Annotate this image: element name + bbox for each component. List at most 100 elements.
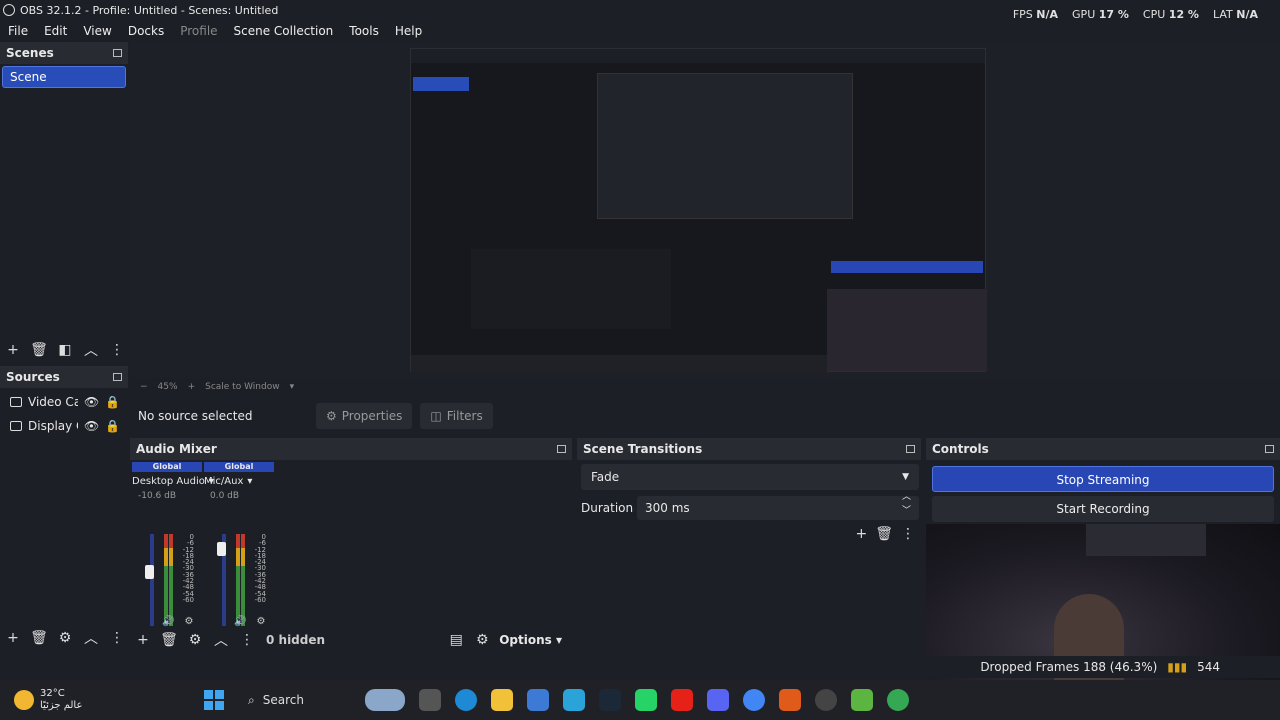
stop-streaming-button[interactable]: Stop Streaming (932, 466, 1274, 492)
more-icon[interactable]: ⋮ (901, 526, 915, 542)
add-icon[interactable]: + (0, 339, 26, 361)
scenes-dock-title: Scenes (0, 42, 128, 64)
gear-icon: ⚙ (326, 409, 337, 423)
monitor-icon (10, 421, 22, 431)
add-icon[interactable]: + (0, 627, 26, 649)
app-icon[interactable] (563, 689, 585, 711)
chevron-up-icon[interactable]: ︿ (78, 339, 104, 361)
source-item-display-capture[interactable]: Display Ca 👁 🔒 (0, 414, 128, 438)
undock-icon[interactable] (1265, 445, 1274, 453)
chevron-up-icon[interactable]: ︿ (78, 627, 104, 649)
zoom-out-icon[interactable]: − (140, 382, 148, 392)
add-icon[interactable]: + (855, 526, 867, 542)
scene-item[interactable]: Scene (2, 66, 126, 88)
chrome-icon[interactable] (743, 689, 765, 711)
undock-icon[interactable] (557, 445, 566, 453)
more-icon[interactable]: ⋮ (234, 629, 260, 651)
zoom-in-icon[interactable]: + (188, 382, 196, 392)
undock-icon[interactable] (906, 445, 915, 453)
task-view-icon[interactable] (419, 689, 441, 711)
transition-select[interactable]: Fade ▼ (581, 464, 919, 490)
whatsapp-icon[interactable] (635, 689, 657, 711)
menu-help[interactable]: Help (387, 24, 430, 38)
filter-icon[interactable]: ◧ (52, 339, 78, 361)
gear-icon[interactable]: ⚙ (182, 629, 208, 651)
signal-icon: ▮▮▮ (1167, 660, 1188, 674)
chrome-icon[interactable] (887, 689, 909, 711)
trash-icon[interactable]: 🗑 (156, 629, 182, 651)
meter-scale: 0 -6 -12 -18 -24 -30 -36 -42 -48 -54 -60 (254, 533, 266, 604)
store-icon[interactable] (527, 689, 549, 711)
dropped-frames: Dropped Frames 188 (46.3%) (980, 660, 1158, 674)
menu-edit[interactable]: Edit (36, 24, 75, 38)
start-recording-button[interactable]: Start Recording (932, 496, 1274, 522)
trash-icon[interactable]: 🗑 (875, 526, 893, 542)
file-explorer-icon[interactable] (491, 689, 513, 711)
menu-scene-collection[interactable]: Scene Collection (226, 24, 342, 38)
channel-name[interactable]: Desktop Audio ▾ (132, 476, 214, 487)
channel-db: 0.0 dB (210, 491, 240, 501)
more-icon[interactable]: ⋮ (104, 627, 130, 649)
channel-name[interactable]: Mic/Aux ▾ (204, 476, 274, 487)
controls-title: Controls (926, 438, 1280, 460)
lock-icon[interactable]: 🔒 (105, 419, 120, 433)
weather-widget[interactable]: 32°C عالم جزئيًا (14, 688, 204, 712)
mixer-channel-desktop: Global Desktop Audio ▾ -10.6 dB 0 -6 -12 -18… (132, 462, 214, 627)
microphone-icon[interactable] (779, 689, 801, 711)
trash-icon[interactable]: 🗑 (26, 627, 52, 649)
windows-start-icon[interactable] (204, 690, 224, 710)
filters-button[interactable]: ◫ Filters (420, 403, 493, 429)
scene-transitions-title: Scene Transitions (577, 438, 921, 460)
youtube-icon[interactable] (671, 689, 693, 711)
eye-icon[interactable]: 👁 (84, 395, 99, 409)
taskbar-search[interactable]: ⌕ Search (238, 685, 358, 715)
chevron-down-icon[interactable]: ▾ (290, 382, 295, 392)
context-bar: No source selected ⚙ Properties ◫ Filters (130, 400, 1280, 432)
menu-file[interactable]: File (0, 24, 36, 38)
menu-profile[interactable]: Profile (172, 24, 225, 38)
chevron-down-icon: ▾ (247, 476, 253, 487)
duration-row: Duration 300 ms ︿ ﹀ (581, 492, 919, 520)
menu-docks[interactable]: Docks (120, 24, 172, 38)
undock-icon[interactable] (113, 49, 122, 57)
chevron-down-icon: ▼ (902, 472, 909, 482)
widget-icon[interactable] (365, 689, 405, 711)
filter-icon: ◫ (430, 409, 442, 423)
menu-bar: File Edit View Docks Profile Scene Colle… (0, 20, 1280, 42)
lock-icon[interactable]: 🔒 (105, 395, 120, 409)
properties-button[interactable]: ⚙ Properties (316, 403, 413, 429)
volume-slider-knob[interactable] (217, 541, 226, 556)
global-badge: Global (132, 462, 202, 472)
menu-view[interactable]: View (75, 24, 119, 38)
add-icon[interactable]: + (130, 629, 156, 651)
eye-icon[interactable]: 👁 (84, 419, 99, 433)
options-button[interactable]: Options ▾ (499, 633, 562, 647)
discord-icon[interactable] (707, 689, 729, 711)
scenes-dock: Scenes Scene + 🗑 ◧ ︿ ⋮ (0, 42, 128, 364)
obs-logo-icon (3, 4, 15, 16)
steam-icon[interactable] (599, 689, 621, 711)
more-icon[interactable]: ⋮ (104, 339, 130, 361)
volume-slider-track[interactable] (150, 534, 154, 626)
advanced-audio-icon[interactable]: ⚙ (469, 629, 495, 651)
chevron-up-icon[interactable]: ︿ (208, 629, 234, 651)
duration-spinbox[interactable]: 300 ms ︿ ﹀ (637, 492, 919, 520)
level-bar (164, 534, 168, 626)
volume-meter: 0 -6 -12 -18 -24 -30 -36 -42 -48 -54 -60 (204, 533, 266, 626)
edge-icon[interactable] (455, 689, 477, 711)
gear-icon[interactable]: ⚙ (52, 627, 78, 649)
minecraft-icon[interactable] (851, 689, 873, 711)
mixer-footer: + 🗑 ⚙ ︿ ⋮ 0 hidden ▤ ⚙ Options ▾ (130, 626, 572, 654)
menu-tools[interactable]: Tools (341, 24, 387, 38)
obs-icon[interactable] (815, 689, 837, 711)
trash-icon[interactable]: 🗑 (26, 339, 52, 361)
layout-icon[interactable]: ▤ (443, 629, 469, 651)
volume-slider-knob[interactable] (145, 565, 154, 580)
scale-mode[interactable]: Scale to Window (205, 382, 279, 392)
camera-icon (10, 397, 22, 407)
level-bar (169, 534, 173, 626)
global-badge: Global (204, 462, 274, 472)
undock-icon[interactable] (113, 373, 122, 381)
source-item-video-capture[interactable]: Video Cap 👁 🔒 (0, 390, 128, 414)
scene-transitions-dock: Scene Transitions Fade ▼ Duration 300 ms… (577, 438, 921, 654)
